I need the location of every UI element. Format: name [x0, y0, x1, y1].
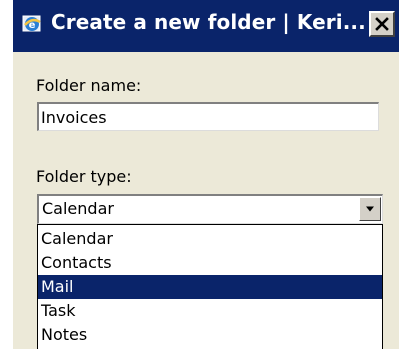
dropdown-button[interactable]	[359, 197, 381, 221]
title-bar[interactable]: e Create a new folder | Keri...	[13, 0, 399, 52]
close-button[interactable]	[369, 11, 395, 37]
folder-type-value: Calendar	[42, 199, 114, 218]
folder-type-label: Folder type:	[36, 167, 132, 186]
dropdown-option-calendar[interactable]: Calendar	[38, 227, 382, 251]
dropdown-option-notes[interactable]: Notes	[38, 323, 382, 347]
dropdown-option-mail[interactable]: Mail	[38, 275, 382, 299]
dialog-title: Create a new folder | Keri...	[51, 10, 366, 34]
dropdown-option-contacts[interactable]: Contacts	[38, 251, 382, 275]
close-icon	[375, 17, 389, 31]
browser-icon: e	[21, 13, 43, 35]
folder-type-select[interactable]: Calendar	[37, 194, 383, 224]
folder-name-label: Folder name:	[36, 76, 142, 95]
folder-type-dropdown-list: Calendar Contacts Mail Task Notes	[37, 224, 383, 349]
svg-text:e: e	[29, 20, 36, 31]
folder-name-input[interactable]	[37, 102, 379, 131]
chevron-down-icon	[366, 206, 374, 212]
dropdown-option-task[interactable]: Task	[38, 299, 382, 323]
create-folder-dialog: e Create a new folder | Keri... Folder n…	[13, 0, 399, 349]
